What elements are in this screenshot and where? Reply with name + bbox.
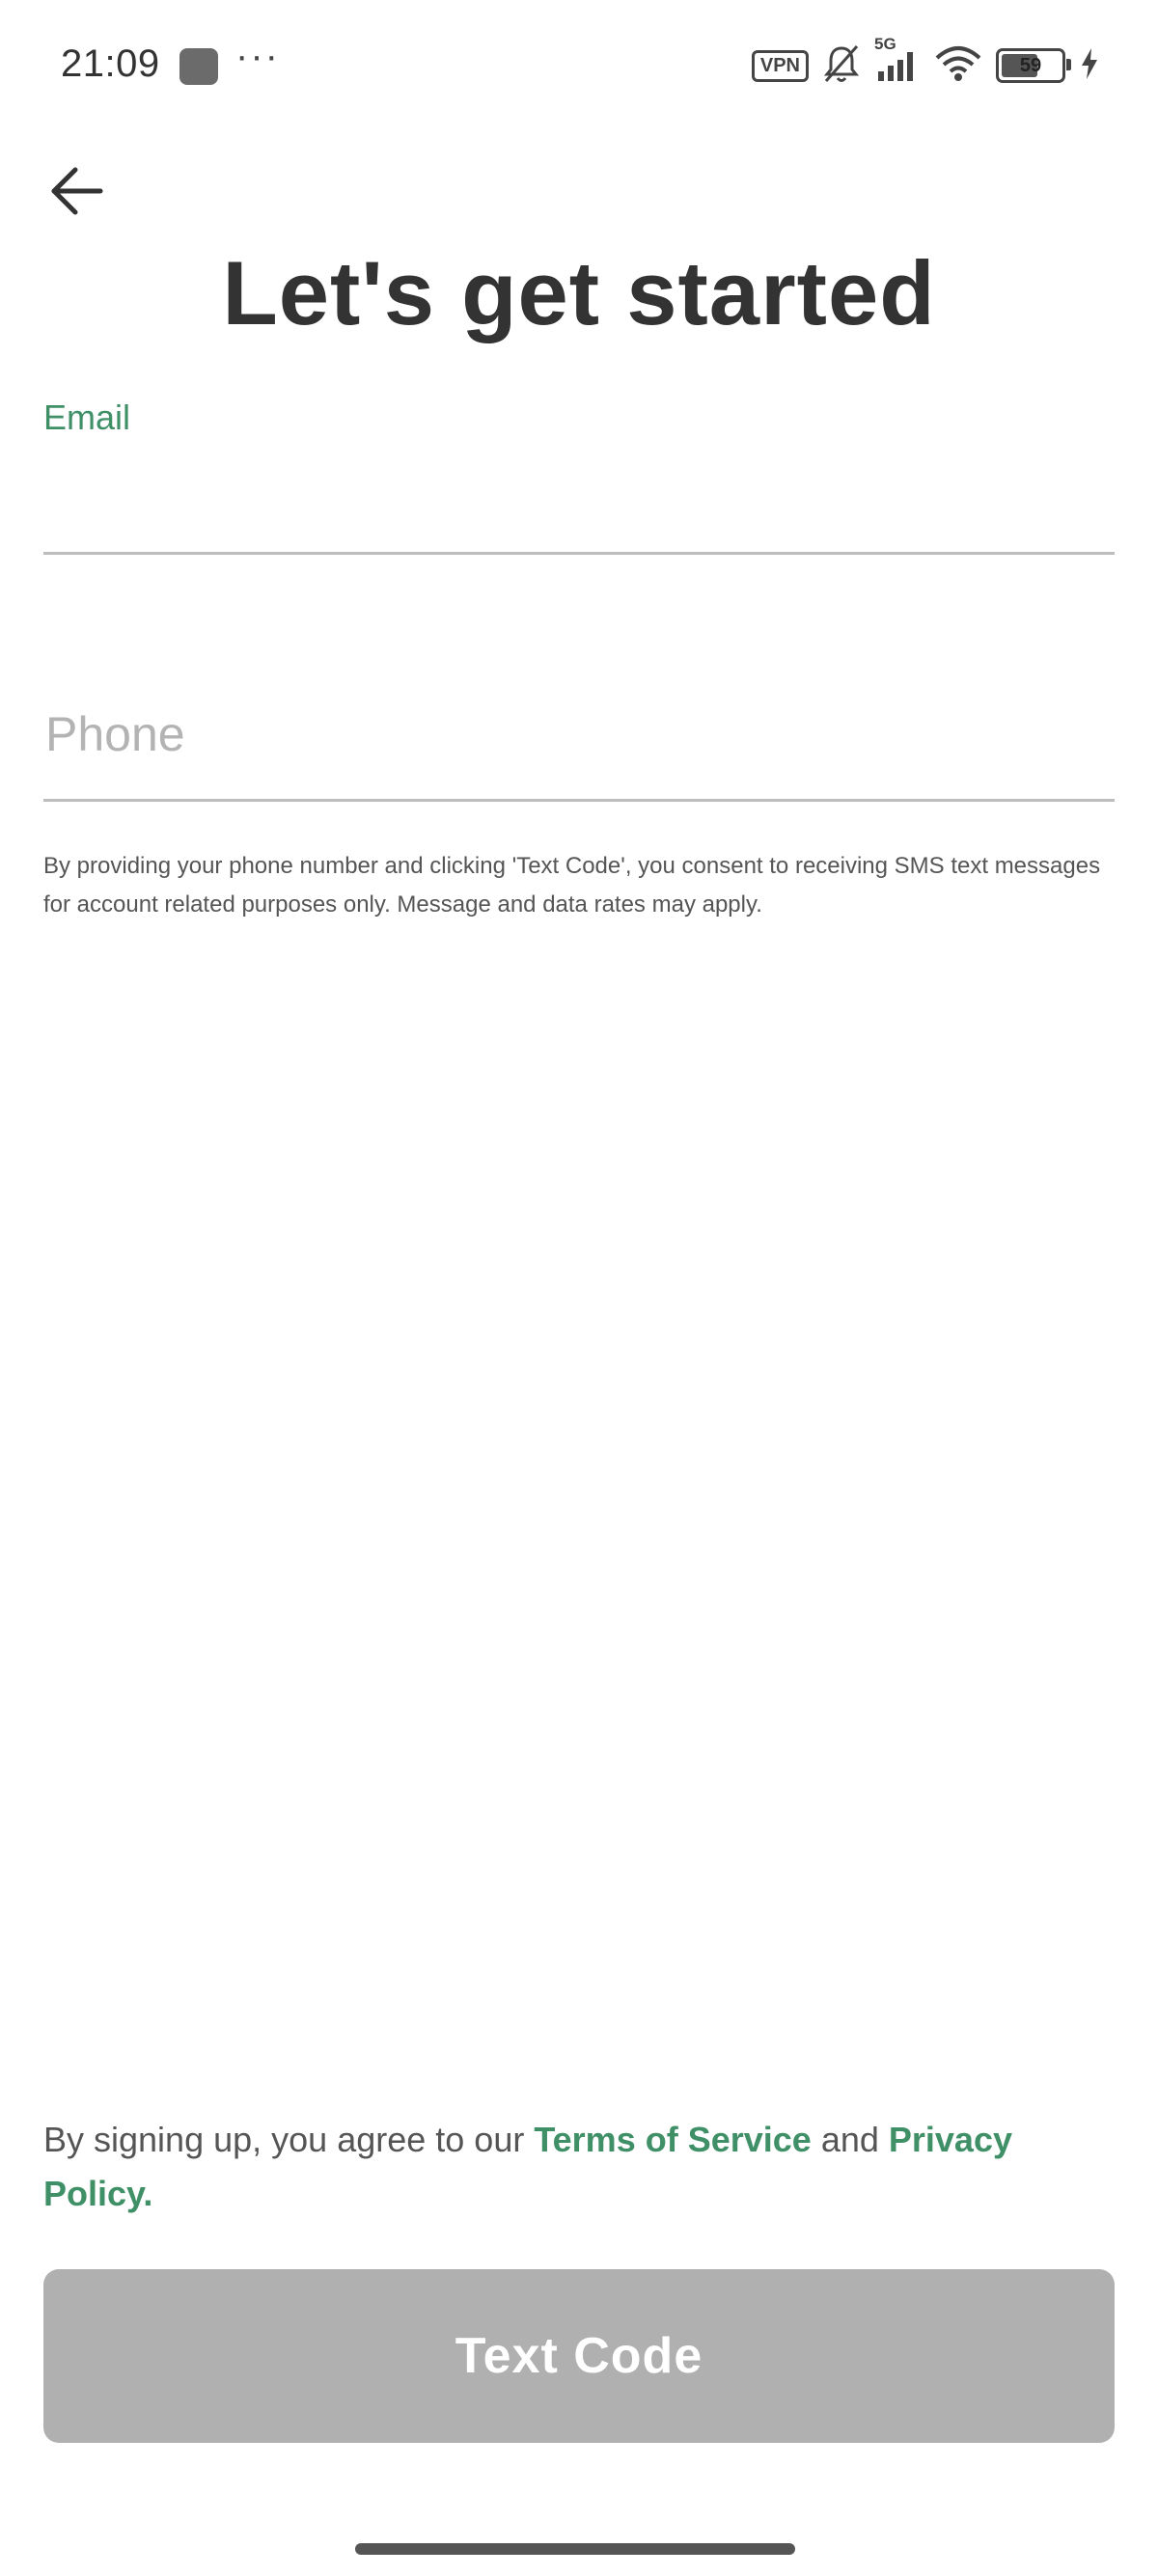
email-field[interactable]: Email <box>43 397 1118 555</box>
terms-of-service-link[interactable]: Terms of Service <box>534 2120 811 2159</box>
charging-icon <box>1079 47 1100 85</box>
arrow-left-icon <box>50 167 104 220</box>
battery-icon: 59 <box>996 48 1071 83</box>
back-button[interactable] <box>39 154 116 232</box>
status-time: 21:09 <box>61 42 160 85</box>
network-type: 5G <box>874 34 896 53</box>
more-icon: ··· <box>235 35 280 77</box>
bell-muted-icon <box>822 42 861 90</box>
agreement-middle: and <box>811 2120 889 2159</box>
agreement-prefix: By signing up, you agree to our <box>43 2120 535 2159</box>
agreement-suffix: . <box>143 2174 153 2213</box>
agreement-text: By signing up, you agree to our Terms of… <box>43 2113 1115 2221</box>
vpn-icon: VPN <box>751 49 809 82</box>
phone-field[interactable] <box>43 675 1118 802</box>
battery-level: 59 <box>1019 54 1042 76</box>
text-code-button[interactable]: Text Code <box>43 2269 1115 2443</box>
wifi-icon <box>934 44 982 88</box>
page-title: Let's get started <box>222 242 936 343</box>
email-label: Email <box>43 397 131 437</box>
home-indicator[interactable] <box>355 2543 795 2555</box>
signal-icon: 5G <box>874 35 921 88</box>
sms-consent-text: By providing your phone number and click… <box>43 853 1101 918</box>
email-input[interactable] <box>43 473 1118 542</box>
status-bar: 21:09 ··· VPN 5G 59 <box>0 0 1158 135</box>
app-icon <box>179 48 218 85</box>
status-icons: VPN 5G 59 <box>751 35 1100 90</box>
phone-input[interactable] <box>43 695 1118 774</box>
